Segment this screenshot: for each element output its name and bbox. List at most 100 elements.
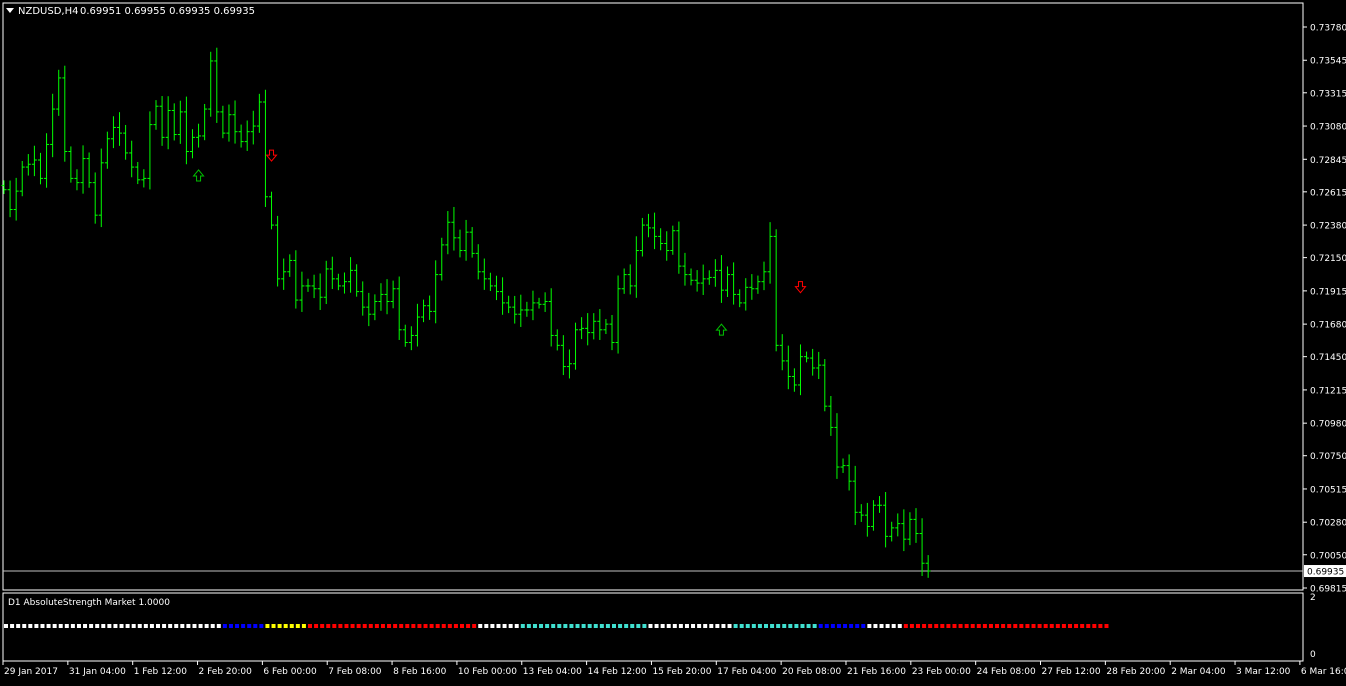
ohlc-bar bbox=[147, 111, 153, 190]
strength-square bbox=[1031, 624, 1036, 628]
ohlc-bar bbox=[530, 290, 536, 321]
time-tick-label: 10 Feb 00:00 bbox=[458, 667, 517, 677]
ohlc-bar bbox=[883, 491, 889, 548]
ohlc-bar bbox=[341, 272, 347, 294]
ohlc-bar bbox=[396, 276, 402, 340]
strength-square bbox=[235, 624, 240, 628]
ohlc-bar bbox=[129, 140, 135, 178]
ohlc-bar bbox=[281, 258, 287, 290]
up-arrow-icon bbox=[192, 169, 205, 182]
ohlc-bar bbox=[348, 257, 354, 293]
ohlc-bar bbox=[901, 509, 907, 552]
time-tick-label: 20 Feb 08:00 bbox=[782, 667, 841, 677]
triangle-down-icon[interactable] bbox=[6, 8, 14, 13]
ohlc-bar bbox=[834, 413, 840, 479]
strength-square bbox=[593, 624, 598, 628]
strength-square bbox=[362, 624, 367, 628]
chart-window[interactable]: 0.73780 0.73545 0.73315 0.73080 0.72845 0.726… bbox=[0, 0, 1346, 682]
strength-square bbox=[1043, 624, 1048, 628]
strength-square bbox=[745, 624, 750, 628]
time-tick-label: 1 Feb 12:00 bbox=[134, 667, 188, 677]
strength-square bbox=[800, 624, 805, 628]
price-tick-label: 0.73080 bbox=[1310, 123, 1346, 133]
ohlc-bar bbox=[414, 303, 420, 347]
strength-square bbox=[587, 624, 592, 628]
strength-square bbox=[794, 624, 799, 628]
ohlc-bar bbox=[104, 131, 110, 169]
ohlc-bar bbox=[542, 292, 548, 312]
ohlc-bar bbox=[13, 177, 19, 221]
price-bars bbox=[1, 47, 931, 578]
strength-square bbox=[672, 624, 677, 628]
strength-square bbox=[216, 624, 221, 628]
ohlc-bar bbox=[889, 521, 895, 542]
strength-square bbox=[830, 624, 835, 628]
strength-square bbox=[83, 624, 88, 628]
ohlc-bar bbox=[694, 270, 700, 292]
ohlc-bar bbox=[262, 89, 268, 207]
price-tick-label: 0.73545 bbox=[1310, 57, 1346, 67]
chart-header[interactable]: NZDUSD,H4 0.69951 0.69955 0.69935 0.6993… bbox=[6, 6, 255, 17]
strength-square bbox=[466, 624, 471, 628]
ohlc-bar bbox=[755, 275, 761, 294]
strength-square bbox=[922, 624, 927, 628]
ohlc-bar bbox=[785, 345, 791, 390]
time-tick-label: 2 Feb 20:00 bbox=[199, 667, 253, 677]
ohlc-bar bbox=[37, 152, 43, 185]
ohlc-bar bbox=[512, 295, 518, 324]
strength-square bbox=[241, 624, 246, 628]
strength-square bbox=[703, 624, 708, 628]
ohlc-bar bbox=[433, 260, 439, 324]
indicator-tick-label: 2 bbox=[1310, 593, 1316, 603]
ohlc-bar bbox=[305, 278, 311, 292]
ohlc-bar bbox=[238, 124, 244, 148]
ohlc-bar bbox=[50, 93, 56, 158]
ohlc-bar bbox=[579, 317, 585, 340]
ohlc-bar bbox=[25, 154, 31, 176]
ohlc-bar bbox=[895, 513, 901, 537]
time-tick-label: 2 Mar 04:00 bbox=[1171, 667, 1226, 677]
ohlc-bar bbox=[658, 228, 664, 251]
time-tick-label: 3 Mar 12:00 bbox=[1236, 667, 1291, 677]
ohlc-bar bbox=[402, 324, 408, 347]
strength-square bbox=[684, 624, 689, 628]
strength-square bbox=[22, 624, 27, 628]
strength-square bbox=[125, 624, 130, 628]
time-tick-label: 8 Feb 16:00 bbox=[393, 667, 447, 677]
strength-square bbox=[995, 624, 1000, 628]
strength-square bbox=[1007, 624, 1012, 628]
chart-canvas[interactable]: 0.73780 0.73545 0.73315 0.73080 0.72845 0.726… bbox=[0, 0, 1346, 682]
ohlc-bar bbox=[810, 348, 816, 376]
strength-square bbox=[1013, 624, 1018, 628]
ohlc-bar bbox=[919, 518, 925, 576]
strength-square bbox=[204, 624, 209, 628]
ohlc-bar bbox=[573, 322, 579, 370]
ohlc-bar bbox=[153, 100, 159, 130]
strength-square bbox=[1104, 624, 1109, 628]
strength-square bbox=[897, 624, 902, 628]
strength-square bbox=[417, 624, 422, 628]
time-tick-label: 29 Jan 2017 bbox=[4, 667, 58, 677]
strength-square bbox=[484, 624, 489, 628]
strength-square bbox=[599, 624, 604, 628]
price-tick-label: 0.70050 bbox=[1310, 551, 1346, 561]
time-tick-label: 24 Feb 08:00 bbox=[977, 667, 1036, 677]
strength-square bbox=[520, 624, 525, 628]
strength-square bbox=[1061, 624, 1066, 628]
ohlc-bar bbox=[427, 295, 433, 320]
strength-square bbox=[715, 624, 720, 628]
ohlc-bar bbox=[317, 273, 323, 310]
strength-square bbox=[149, 624, 154, 628]
price-tick-label: 0.72380 bbox=[1310, 222, 1346, 232]
ohlc-bar bbox=[62, 65, 68, 162]
strength-square bbox=[539, 624, 544, 628]
ohlc-bar bbox=[804, 351, 810, 363]
strength-square bbox=[836, 624, 841, 628]
strength-square bbox=[253, 624, 258, 628]
price-tick-label: 0.71915 bbox=[1310, 287, 1346, 297]
ohlc-bar bbox=[500, 277, 506, 315]
ohlc-bar bbox=[451, 206, 457, 251]
strength-square bbox=[277, 624, 282, 628]
strength-square bbox=[70, 624, 75, 628]
strength-square bbox=[210, 624, 215, 628]
